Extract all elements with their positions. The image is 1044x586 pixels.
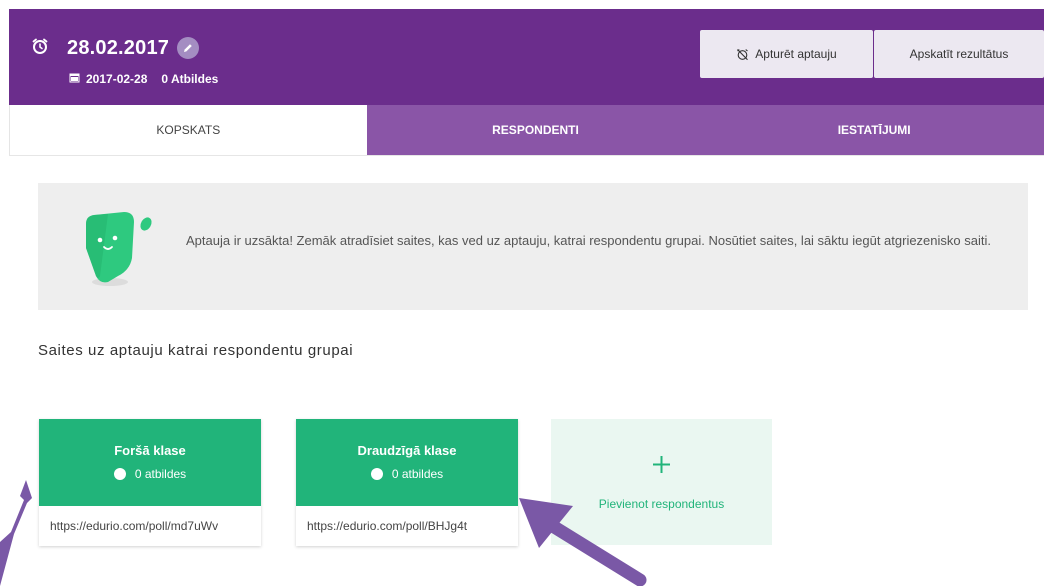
notice-text: Aptauja ir uzsākta! Zemāk atradīsiet sai… xyxy=(186,233,991,248)
tab-overview[interactable]: KOPSKATS xyxy=(9,105,367,155)
group-name: Foršā klase xyxy=(114,443,186,458)
group-answer-count-label: 0 atbildes xyxy=(391,467,444,481)
stop-survey-button[interactable]: Apturēt aptauju xyxy=(700,30,873,78)
plus-icon xyxy=(653,456,670,473)
info-notice: Aptauja ir uzsākta! Zemāk atradīsiet sai… xyxy=(38,183,1028,310)
group-answer-count: 0 atbildes xyxy=(296,467,518,481)
group-answer-count: 0 atbildes xyxy=(39,467,261,481)
mascot-icon xyxy=(78,210,158,293)
tab-respondents[interactable]: RESPONDENTI xyxy=(366,105,705,155)
group-link[interactable]: https://edurio.com/poll/md7uWv xyxy=(39,506,261,546)
group-card-header: Foršā klase 0 atbildes xyxy=(39,419,261,506)
group-link[interactable]: https://edurio.com/poll/BHJg4t xyxy=(296,506,518,546)
group-name: Draudzīgā klase xyxy=(357,443,457,458)
tab-bar: KOPSKATS RESPONDENTI IESTATĪJUMI xyxy=(9,105,1044,155)
edit-title-button[interactable] xyxy=(177,37,200,59)
survey-answer-count: 0 Atbildes xyxy=(161,72,219,86)
group-card[interactable]: Draudzīgā klase 0 atbildes https://eduri… xyxy=(296,419,518,546)
pencil-icon xyxy=(184,44,192,52)
stop-survey-label: Apturēt aptauju xyxy=(755,47,837,61)
header-subline: 2017-02-28 0 Atbildes xyxy=(69,72,218,86)
group-answer-count-label: 0 atbildes xyxy=(134,467,187,481)
status-dot-icon xyxy=(113,468,126,480)
calendar-icon xyxy=(69,72,80,86)
survey-header: 28.02.2017 2017-02-28 0 Atbildes Apturēt… xyxy=(9,9,1044,105)
survey-date: 2017-02-28 xyxy=(86,72,148,86)
annotation-arrow-right xyxy=(519,498,647,586)
section-title: Saites uz aptauju katrai respondentu gru… xyxy=(38,342,354,359)
status-dot-icon xyxy=(370,468,383,480)
survey-title: 28.02.2017 xyxy=(67,36,170,59)
annotation-arrow-left xyxy=(0,480,32,586)
header-title-row: 28.02.2017 xyxy=(31,33,200,63)
group-card-header: Draudzīgā klase 0 atbildes xyxy=(296,419,518,506)
tab-divider xyxy=(9,155,1044,156)
view-results-button[interactable]: Apskatīt rezultātus xyxy=(874,30,1044,78)
tab-settings[interactable]: IESTATĪJUMI xyxy=(704,105,1044,155)
alarm-off-icon xyxy=(737,48,749,60)
group-card[interactable]: Foršā klase 0 atbildes https://edurio.co… xyxy=(39,419,261,546)
alarm-clock-icon xyxy=(31,37,49,60)
view-results-label: Apskatīt rezultātus xyxy=(909,47,1009,61)
